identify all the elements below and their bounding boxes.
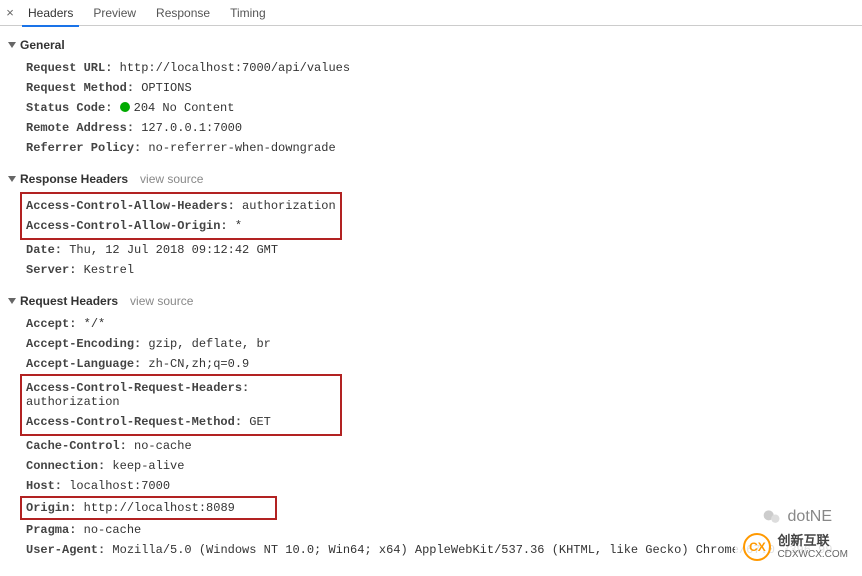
label: Status Code: xyxy=(26,101,112,115)
response-acao: Access-Control-Allow-Origin: * xyxy=(26,216,336,236)
section-title: General xyxy=(20,38,65,52)
response-date: Date: Thu, 12 Jul 2018 09:12:42 GMT xyxy=(26,240,862,260)
tab-headers[interactable]: Headers xyxy=(18,2,83,24)
value: * xyxy=(235,219,242,233)
label: Referrer Policy: xyxy=(26,141,141,155)
request-accept-encoding: Accept-Encoding: gzip, deflate, br xyxy=(26,334,862,354)
section-body: Request URL: http://localhost:7000/api/v… xyxy=(0,56,862,160)
label: Host: xyxy=(26,479,62,493)
value: 204 No Content xyxy=(134,101,235,115)
value: no-cache xyxy=(134,439,192,453)
label: Request URL: xyxy=(26,61,112,75)
request-acrm: Access-Control-Request-Method: GET xyxy=(26,412,336,432)
section-title: Request Headers xyxy=(20,294,118,308)
section-general: General Request URL: http://localhost:70… xyxy=(0,34,862,160)
view-source-link[interactable]: view source xyxy=(130,294,193,308)
general-request-method: Request Method: OPTIONS xyxy=(26,78,862,98)
section-body: Access-Control-Allow-Headers: authorizat… xyxy=(0,190,862,282)
label: Access-Control-Allow-Headers: xyxy=(26,199,235,213)
value: Mozilla/5.0 (Windows NT 10.0; Win64; x64… xyxy=(112,543,832,557)
request-connection: Connection: keep-alive xyxy=(26,456,862,476)
general-status-code: Status Code: 204 No Content xyxy=(26,98,862,118)
value: OPTIONS xyxy=(141,81,191,95)
watermark-en: CDXWCX.COM xyxy=(777,549,848,560)
request-accept: Accept: */* xyxy=(26,314,862,334)
wechat-text: dotNE xyxy=(788,508,832,526)
tab-response[interactable]: Response xyxy=(146,2,220,24)
value: localhost:7000 xyxy=(69,479,170,493)
section-request-headers: Request Headers view source Accept: */* … xyxy=(0,290,862,562)
chevron-down-icon xyxy=(8,42,16,48)
value: Thu, 12 Jul 2018 09:12:42 GMT xyxy=(69,243,278,257)
value: no-referrer-when-downgrade xyxy=(148,141,335,155)
label: Date: xyxy=(26,243,62,257)
response-acah: Access-Control-Allow-Headers: authorizat… xyxy=(26,196,336,216)
label: Connection: xyxy=(26,459,105,473)
highlight-box: Access-Control-Request-Headers: authoriz… xyxy=(20,374,342,436)
section-header-response[interactable]: Response Headers view source xyxy=(0,168,862,190)
highlight-box: Access-Control-Allow-Headers: authorizat… xyxy=(20,192,342,240)
value: */* xyxy=(84,317,106,331)
value: authorization xyxy=(26,395,120,409)
tab-timing[interactable]: Timing xyxy=(220,2,276,24)
value: Kestrel xyxy=(84,263,134,277)
label: Pragma: xyxy=(26,523,76,537)
view-source-link[interactable]: view source xyxy=(140,172,203,186)
chevron-down-icon xyxy=(8,176,16,182)
watermark-logo-icon: CX xyxy=(743,533,771,561)
section-response-headers: Response Headers view source Access-Cont… xyxy=(0,168,862,282)
request-accept-language: Accept-Language: zh-CN,zh;q=0.9 xyxy=(26,354,862,374)
section-body: Accept: */* Accept-Encoding: gzip, defla… xyxy=(0,312,862,562)
section-header-request[interactable]: Request Headers view source xyxy=(0,290,862,312)
section-title: Response Headers xyxy=(20,172,128,186)
value: GET xyxy=(249,415,271,429)
request-acrh: Access-Control-Request-Headers: authoriz… xyxy=(26,378,336,412)
general-remote-address: Remote Address: 127.0.0.1:7000 xyxy=(26,118,862,138)
label: Server: xyxy=(26,263,76,277)
watermark: CX 创新互联 CDXWCX.COM xyxy=(735,529,856,565)
chevron-down-icon xyxy=(8,298,16,304)
label: Cache-Control: xyxy=(26,439,127,453)
wechat-overlay: dotNE xyxy=(752,503,842,531)
label: Request Method: xyxy=(26,81,134,95)
label: User-Agent: xyxy=(26,543,105,557)
label: Accept-Encoding: xyxy=(26,337,141,351)
response-server: Server: Kestrel xyxy=(26,260,862,280)
close-icon[interactable]: × xyxy=(2,5,18,20)
label: Remote Address: xyxy=(26,121,134,135)
request-origin: Origin: http://localhost:8089 xyxy=(26,500,235,516)
label: Accept: xyxy=(26,317,76,331)
general-referrer-policy: Referrer Policy: no-referrer-when-downgr… xyxy=(26,138,862,158)
value: http://localhost:8089 xyxy=(84,501,235,515)
value: zh-CN,zh;q=0.9 xyxy=(148,357,249,371)
status-dot-icon xyxy=(120,102,130,112)
request-cache-control: Cache-Control: no-cache xyxy=(26,436,862,456)
watermark-cn: 创新互联 xyxy=(777,534,848,548)
label: Origin: xyxy=(26,501,76,515)
wechat-icon xyxy=(762,507,782,527)
label: Access-Control-Request-Headers: xyxy=(26,381,249,395)
label: Accept-Language: xyxy=(26,357,141,371)
value: authorization xyxy=(242,199,336,213)
label: Access-Control-Allow-Origin: xyxy=(26,219,228,233)
value: 127.0.0.1:7000 xyxy=(141,121,242,135)
label: Access-Control-Request-Method: xyxy=(26,415,242,429)
section-header-general[interactable]: General xyxy=(0,34,862,56)
value: http://localhost:7000/api/values xyxy=(120,61,350,75)
watermark-text: 创新互联 CDXWCX.COM xyxy=(777,534,848,559)
devtools-tabs: × Headers Preview Response Timing xyxy=(0,0,862,26)
general-request-url: Request URL: http://localhost:7000/api/v… xyxy=(26,58,862,78)
value: keep-alive xyxy=(112,459,184,473)
tab-preview[interactable]: Preview xyxy=(83,2,146,24)
value: no-cache xyxy=(84,523,142,537)
highlight-box: Origin: http://localhost:8089 xyxy=(20,496,277,520)
value: gzip, deflate, br xyxy=(148,337,270,351)
request-host: Host: localhost:7000 xyxy=(26,476,862,496)
